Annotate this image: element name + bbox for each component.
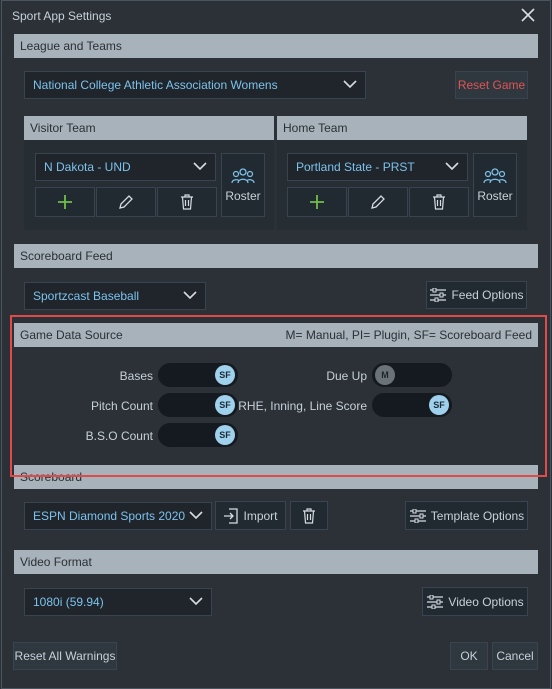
import-label: Import [243,508,278,523]
scoreboard-dropdown[interactable]: ESPN Diamond Sports 2020 [24,502,212,530]
section-video-format: Video Format [14,550,538,574]
pencil-icon [118,194,134,210]
section-league-teams: League and Teams [14,34,538,58]
visitor-roster-label: Roster [225,189,261,203]
import-button[interactable]: Import [215,501,286,530]
sliders-icon [426,594,444,609]
plus-icon [57,194,73,210]
trash-icon [432,194,446,210]
video-options-label: Video Options [448,594,524,609]
home-team-dropdown[interactable]: Portland State - PRST [287,153,468,181]
highlight-box [10,315,547,477]
visitor-edit-button[interactable] [96,187,156,217]
import-icon [223,507,239,524]
video-options-button[interactable]: Video Options [422,587,528,616]
template-options-button[interactable]: Template Options [405,501,528,530]
ok-button[interactable]: OK [450,642,488,670]
visitor-team-dropdown[interactable]: N Dakota - UND [35,153,216,181]
feed-options-label: Feed Options [451,288,524,302]
video-format-dropdown[interactable]: 1080i (59.94) [24,588,212,616]
home-delete-button[interactable] [409,187,469,217]
sliders-icon [409,508,427,523]
visitor-add-button[interactable] [35,187,95,217]
close-icon[interactable] [519,6,537,24]
chevron-down-icon [343,79,357,89]
pencil-icon [370,194,386,210]
home-edit-button[interactable] [348,187,408,217]
chevron-down-icon [189,510,203,520]
people-icon [231,167,255,185]
trash-icon [302,507,316,524]
reset-game-button[interactable]: Reset Game [455,71,528,99]
feed-options-button[interactable]: Feed Options [426,281,527,309]
home-roster-label: Roster [477,189,513,203]
trash-icon [180,194,194,210]
visitor-team-value: N Dakota - UND [44,160,131,174]
plus-icon [309,194,325,210]
visitor-roster-button[interactable]: Roster [221,153,265,217]
scoreboard-value: ESPN Diamond Sports 2020 [33,509,186,523]
section-scoreboard-feed: Scoreboard Feed [14,244,538,268]
home-team-header: Home Team [277,116,527,140]
chevron-down-icon [189,596,203,606]
visitor-delete-button[interactable] [157,187,217,217]
league-dropdown-value: National College Athletic Association Wo… [33,78,278,92]
scoreboard-feed-value: Sportzcast Baseball [33,289,140,303]
home-team-value: Portland State - PRST [296,160,415,174]
scoreboard-delete-button[interactable] [290,501,328,530]
scoreboard-feed-dropdown[interactable]: Sportzcast Baseball [24,282,206,310]
chevron-down-icon [183,290,197,300]
chevron-down-icon [445,161,459,171]
window-title: Sport App Settings [12,9,112,23]
template-options-label: Template Options [430,508,525,523]
visitor-team-header: Visitor Team [24,116,274,140]
home-add-button[interactable] [287,187,347,217]
cancel-button[interactable]: Cancel [492,642,538,670]
league-dropdown[interactable]: National College Athletic Association Wo… [24,71,366,99]
reset-all-warnings-button[interactable]: Reset All Warnings [13,642,117,670]
chevron-down-icon [193,161,207,171]
home-roster-button[interactable]: Roster [473,153,517,217]
sliders-icon [429,288,447,302]
people-icon [483,167,507,185]
video-format-value: 1080i (59.94) [33,595,104,609]
